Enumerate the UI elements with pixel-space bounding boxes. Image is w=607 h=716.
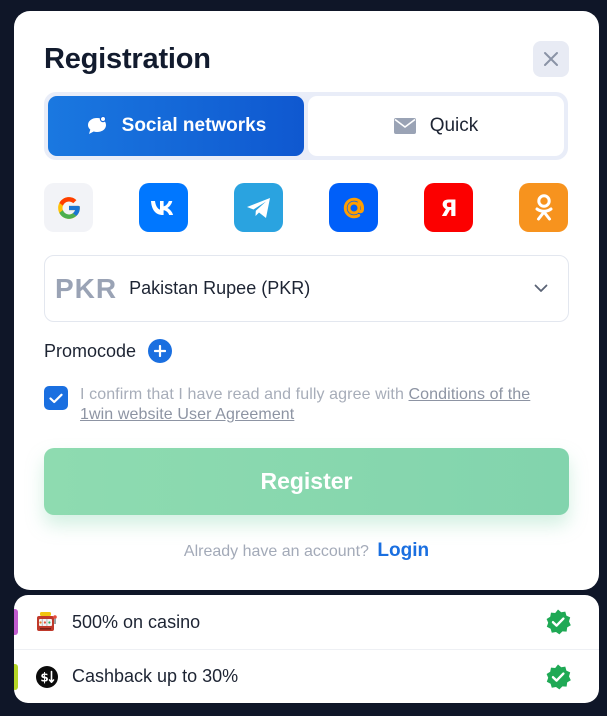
verified-check-icon (546, 609, 571, 635)
bonus-list: 500% on casino $ Cashback up to 30% (14, 595, 599, 703)
bonus-strip (14, 664, 18, 690)
vk-login-button[interactable] (139, 183, 188, 232)
odnoklassniki-icon (535, 193, 552, 220)
google-login-button[interactable] (44, 183, 93, 232)
currency-code: PKR (55, 272, 118, 304)
social-login-row: Я (44, 183, 568, 233)
tab-label: Social networks (121, 115, 267, 136)
telegram-login-button[interactable] (234, 183, 283, 232)
add-promocode-button[interactable] (148, 339, 173, 363)
tab-label: Quick (429, 115, 479, 136)
agreement-row: I confirm that I have read and fully agr… (44, 385, 564, 425)
yandex-login-button[interactable]: Я (424, 183, 473, 232)
close-button[interactable] (533, 41, 569, 77)
envelope-icon (393, 118, 416, 134)
bonus-item-casino: 500% on casino (14, 595, 599, 649)
chevron-down-icon (534, 284, 548, 292)
registration-modal: Registration Social networks Quick Я PKR… (14, 11, 599, 590)
agreement-statement: I confirm that I have read and fully agr… (80, 386, 409, 403)
registration-tabs: Social networks Quick (44, 92, 568, 160)
telegram-icon (246, 197, 270, 218)
mail-ru-login-button[interactable] (329, 183, 378, 232)
currency-name: Pakistan Rupee (PKR) (129, 278, 311, 298)
login-row: Already have an account? Login (14, 540, 599, 562)
plus-icon (154, 345, 167, 357)
close-icon (544, 52, 558, 66)
bonus-strip (14, 609, 18, 635)
mail-ru-icon (343, 197, 364, 218)
bonus-text: 500% on casino (72, 611, 201, 632)
chat-bubble-icon (87, 116, 106, 134)
currency-select[interactable]: PKR Pakistan Rupee (PKR) (44, 255, 569, 322)
agreement-text: I confirm that I have read and fully agr… (80, 385, 564, 425)
checkmark-icon (49, 393, 63, 403)
login-prompt: Already have an account? (183, 543, 369, 560)
promocode-row: Promocode (44, 339, 173, 363)
odnoklassniki-login-button[interactable] (519, 183, 568, 232)
vk-icon (150, 200, 173, 215)
bonus-item-cashback: $ Cashback up to 30% (14, 649, 599, 703)
google-icon (57, 196, 80, 219)
verified-check-icon (546, 664, 571, 690)
bonus-text: Cashback up to 30% (72, 666, 239, 686)
agreement-checkbox[interactable] (44, 386, 68, 410)
modal-title: Registration (44, 43, 211, 75)
cashback-icon: $ (35, 665, 59, 689)
svg-text:$: $ (40, 670, 48, 684)
yandex-icon: Я (440, 197, 457, 221)
promocode-label: Promocode (44, 340, 137, 361)
tab-social-networks[interactable]: Social networks (48, 96, 304, 156)
tab-quick[interactable]: Quick (308, 96, 564, 156)
login-link[interactable]: Login (377, 540, 429, 561)
svg-text:Я: Я (440, 197, 457, 221)
slot-machine-icon (35, 610, 59, 634)
register-button[interactable]: Register (44, 448, 569, 515)
